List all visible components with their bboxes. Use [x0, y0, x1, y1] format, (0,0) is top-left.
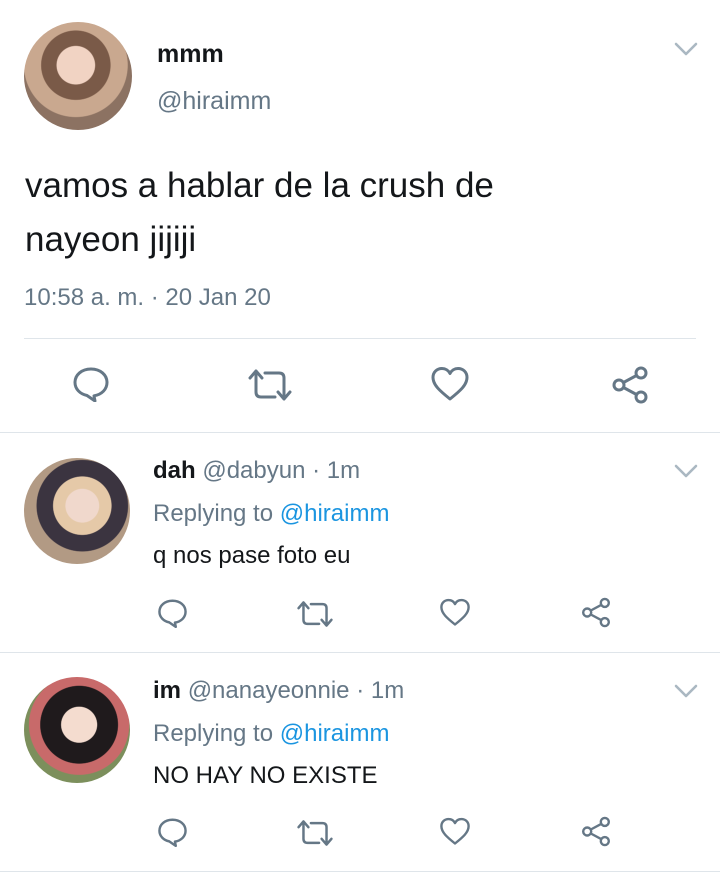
replying-to-link[interactable]: @hiraimm	[280, 720, 390, 747]
avatar-im[interactable]	[24, 677, 130, 783]
reply-author-handle[interactable]: @dabyun	[202, 457, 305, 484]
reply-text: NO HAY NO EXISTE	[153, 762, 378, 789]
reply-divider	[0, 871, 720, 872]
chevron-down-icon[interactable]	[673, 40, 699, 58]
reply-icon[interactable]	[157, 598, 188, 628]
share-icon[interactable]	[580, 597, 612, 628]
replying-to: Replying to @hiraimm	[153, 500, 389, 528]
replying-to-label: Replying to	[153, 720, 274, 747]
reply-author-handle[interactable]: @nanayeonnie	[188, 677, 350, 704]
share-icon[interactable]	[580, 816, 612, 847]
reply-header: im @nanayeonnie · 1m	[153, 677, 404, 705]
tweet-text-line2: nayeon jijiji	[25, 220, 197, 259]
reply-icon[interactable]	[157, 817, 188, 847]
author-name[interactable]: mmm	[157, 40, 224, 69]
avatar-dah[interactable]	[24, 458, 130, 564]
stats-divider	[24, 338, 696, 339]
tweet-timestamp[interactable]: 10:58 a. m. · 20 Jan 20	[24, 284, 271, 312]
reply-header: dah @dabyun · 1m	[153, 457, 360, 485]
heart-icon[interactable]	[439, 598, 471, 627]
reply-time: · 1m	[356, 677, 405, 704]
retweet-icon[interactable]	[296, 819, 334, 847]
replying-to: Replying to @hiraimm	[153, 720, 389, 748]
chevron-down-icon[interactable]	[673, 462, 699, 480]
retweet-icon[interactable]	[247, 368, 293, 402]
main-tweet-divider	[0, 432, 720, 433]
heart-icon[interactable]	[430, 366, 470, 402]
replying-to-link[interactable]: @hiraimm	[280, 500, 390, 527]
reply-author-name[interactable]: dah	[153, 457, 196, 484]
retweet-icon[interactable]	[296, 600, 334, 628]
reply-time: · 1m	[312, 457, 361, 484]
share-icon[interactable]	[610, 366, 650, 404]
reply-text: q nos pase foto eu	[153, 542, 351, 569]
author-handle[interactable]: @hiraimm	[157, 87, 271, 116]
chevron-down-icon[interactable]	[673, 682, 699, 700]
heart-icon[interactable]	[439, 817, 471, 846]
reply-icon[interactable]	[72, 366, 110, 402]
reply-author-name[interactable]: im	[153, 677, 181, 704]
tweet-text-line1: vamos a hablar de la crush de	[25, 166, 494, 205]
reply-divider	[0, 652, 720, 653]
replying-to-label: Replying to	[153, 500, 274, 527]
avatar-mmm[interactable]	[24, 22, 132, 130]
